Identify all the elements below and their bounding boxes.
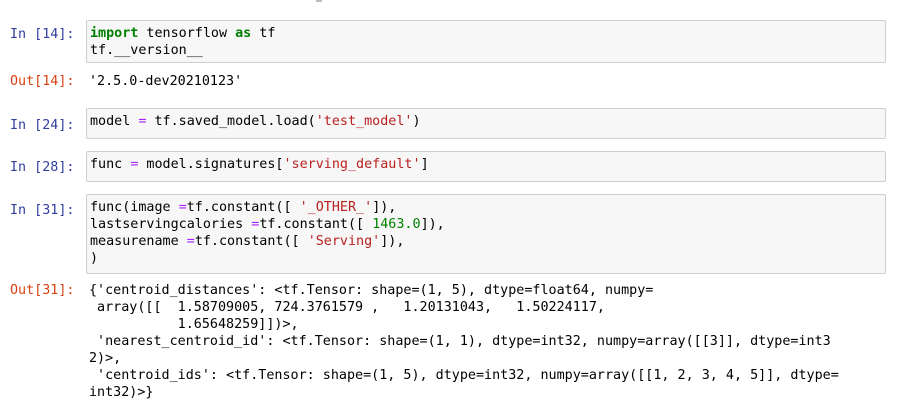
code-token: measurename — [90, 234, 187, 249]
output-line: 'nearest_centroid_id': <tf.Tensor: shape… — [89, 334, 831, 349]
operator-token: = — [186, 234, 195, 249]
code-line: model = tf.saved_model.load('test_model'… — [90, 113, 881, 130]
code-input-area[interactable]: model = tf.saved_model.load('test_model'… — [86, 108, 886, 139]
output-line: {'centroid_distances': <tf.Tensor: shape… — [89, 283, 654, 298]
code-token: tf.constant([ — [186, 200, 300, 215]
string-token: 'test_model' — [315, 114, 413, 129]
output-text: {'centroid_distances': <tf.Tensor: shape… — [89, 282, 889, 401]
output-text: '2.5.0-dev20210123' — [89, 73, 889, 90]
code-token: model.signatures[ — [138, 157, 284, 172]
code-line: ) — [90, 250, 881, 267]
code-line: import tensorflow as tf — [90, 25, 881, 42]
code-token: ) — [412, 114, 421, 129]
code-token: func — [90, 157, 131, 172]
code-line: measurename =tf.constant([ 'Serving']), — [90, 233, 881, 250]
keyword-token: import — [90, 26, 139, 41]
output-line: array([[ 1.58709005, 724.3761579 , 1.201… — [89, 300, 605, 315]
output-prompt: Out[31]: — [10, 283, 75, 298]
code-token: tensorflow — [138, 26, 236, 41]
input-prompt: In [14]: — [10, 27, 75, 42]
input-prompt: In [24]: — [10, 118, 75, 133]
operator-token: = — [178, 200, 187, 215]
code-token: ]), — [380, 234, 405, 249]
string-token: 'Serving' — [307, 234, 381, 249]
code-token: tf.constant([ — [259, 217, 373, 232]
code-token: tf.saved_model.load( — [146, 114, 316, 129]
code-line: func = model.signatures['serving_default… — [90, 156, 881, 173]
code-input-area[interactable]: func = model.signatures['serving_default… — [86, 151, 886, 182]
code-line: tf.__version__ — [90, 42, 881, 59]
string-token: 'serving_default' — [283, 157, 421, 172]
output-line: 2)>, — [89, 351, 122, 366]
scroll-edge-marker — [316, 0, 322, 2]
number-token: 1463.0 — [372, 217, 421, 232]
string-token: '_OTHER_' — [299, 200, 373, 215]
output-line: 1.65648259]])>, — [89, 317, 299, 332]
code-token: tf.__version__ — [90, 43, 203, 58]
code-token: ] — [420, 157, 429, 172]
code-token: ) — [90, 251, 99, 266]
code-token: tf.constant([ — [194, 234, 308, 249]
keyword-token: as — [235, 26, 252, 41]
output-line: '2.5.0-dev20210123' — [89, 74, 243, 89]
output-line: 'centroid_ids': <tf.Tensor: shape=(1, 5)… — [89, 368, 839, 383]
code-token: ]), — [420, 217, 445, 232]
code-line: lastservingcalories =tf.constant([ 1463.… — [90, 216, 881, 233]
output-prompt: Out[14]: — [10, 74, 75, 89]
code-token: model — [90, 114, 139, 129]
code-input-area[interactable]: import tensorflow as tf tf.__version__ — [86, 20, 886, 63]
code-token: ]), — [372, 200, 397, 215]
code-line: func(image =tf.constant([ '_OTHER_']), — [90, 199, 881, 216]
input-prompt: In [28]: — [10, 160, 75, 175]
input-prompt: In [31]: — [10, 203, 75, 218]
code-token: tf — [251, 26, 276, 41]
code-token: lastservingcalories — [90, 217, 252, 232]
code-token: func(image — [90, 200, 179, 215]
output-line: int32)>} — [89, 385, 154, 400]
code-input-area[interactable]: func(image =tf.constant([ '_OTHER_']), la… — [86, 194, 886, 274]
